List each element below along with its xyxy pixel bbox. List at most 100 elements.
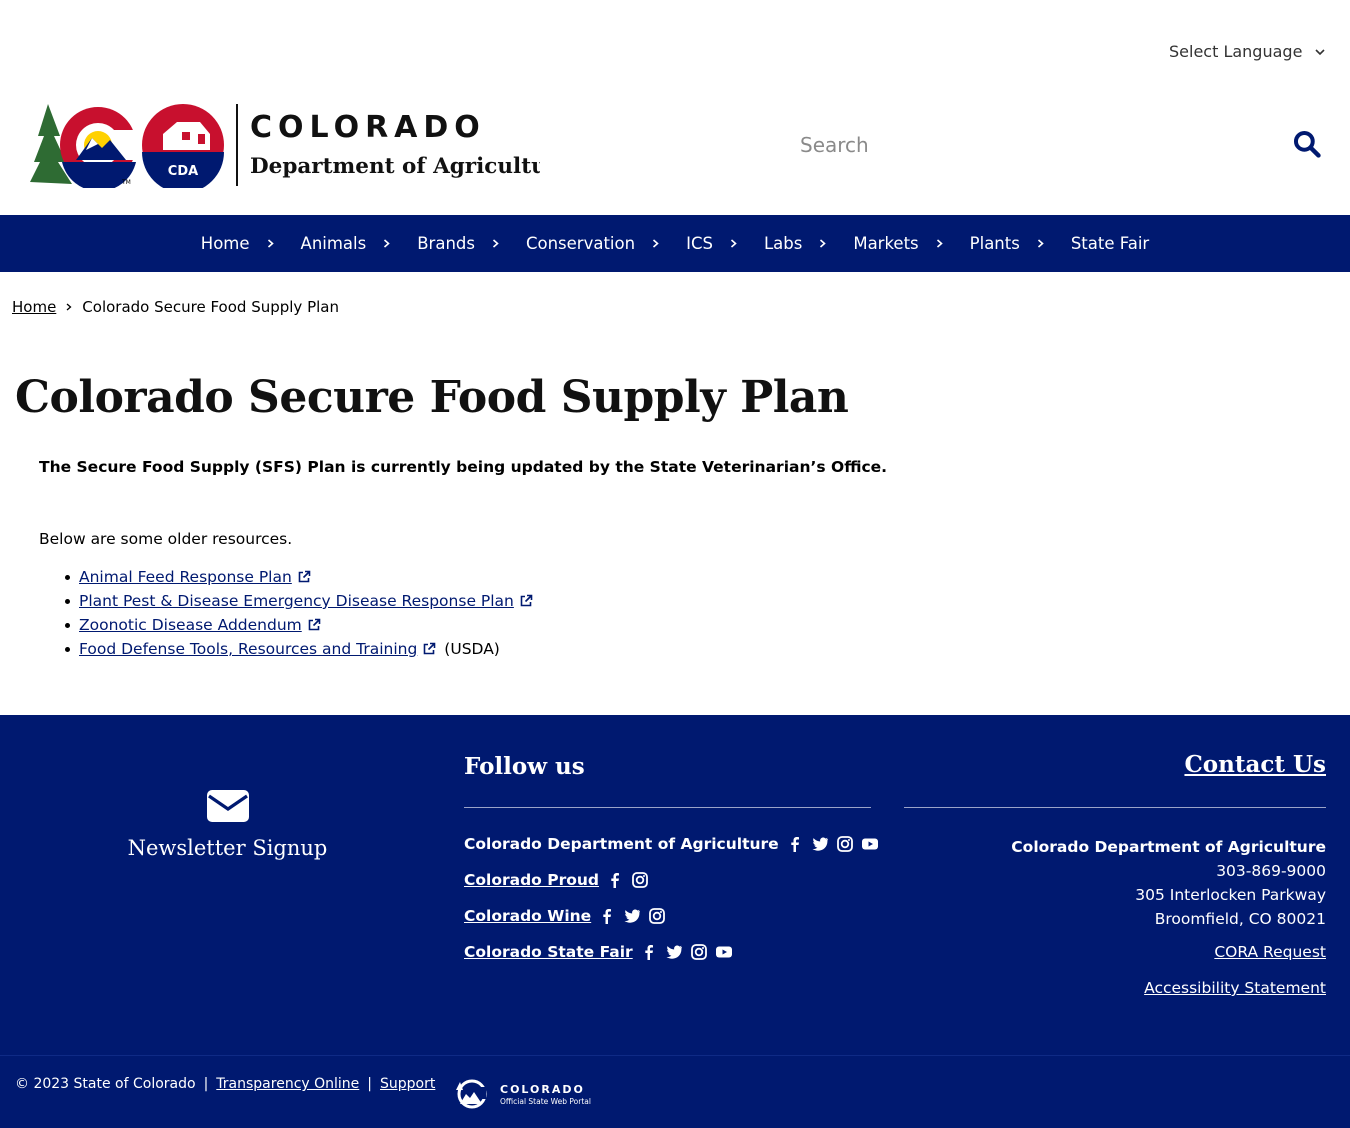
instagram-icon[interactable] [631, 871, 649, 889]
nav-item-ics[interactable]: ICS [673, 234, 751, 253]
list-item: Plant Pest & Disease Emergency Disease R… [65, 589, 533, 613]
transparency-online-link[interactable]: Transparency Online [216, 1076, 359, 1092]
list-item: Food Defense Tools, Resources and Traini… [65, 637, 533, 661]
nav-label: Labs [763, 234, 803, 253]
nav-item-state-fair[interactable]: State Fair [1058, 234, 1162, 253]
follow-us-heading: Follow us [464, 753, 585, 780]
nav-item-home[interactable]: Home [188, 234, 288, 253]
nav-label: Plants [969, 234, 1020, 253]
contact-us-link[interactable]: Contact Us [1184, 751, 1326, 778]
nav-label: Conservation [525, 234, 636, 253]
chevron-right-icon [1037, 239, 1044, 248]
newsletter-label: Newsletter Signup [127, 836, 328, 860]
contact-org: Colorado Department of Agriculture [1011, 838, 1326, 856]
resource-list: Animal Feed Response Plan Plant Pest & D… [65, 565, 533, 661]
nav-item-labs[interactable]: Labs [751, 234, 840, 253]
search-button[interactable] [1290, 128, 1324, 162]
accessibility-statement-link[interactable]: Accessibility Statement [1144, 979, 1326, 997]
intro-text: The Secure Food Supply (SFS) Plan is cur… [39, 458, 888, 476]
older-resources-text: Below are some older resources. [39, 530, 293, 548]
support-link[interactable]: Support [380, 1076, 435, 1092]
search-input[interactable] [800, 126, 1280, 164]
twitter-icon[interactable] [623, 907, 641, 925]
list-item: Zoonotic Disease Addendum [65, 613, 533, 637]
svg-text:CDA: CDA [168, 164, 198, 179]
facebook-icon[interactable] [786, 835, 804, 853]
nav-label: Markets [853, 234, 919, 253]
nav-label: Animals [300, 234, 367, 253]
facebook-icon[interactable] [606, 871, 624, 889]
svg-text:COLORADO: COLORADO [500, 1083, 585, 1096]
nav-item-markets[interactable]: Markets [840, 234, 956, 253]
svg-text:TM: TM [121, 179, 131, 186]
svg-text:Department of Agriculture: Department of Agriculture [250, 154, 540, 179]
social-org-label: Colorado Department of Agriculture [464, 835, 779, 853]
nav-item-plants[interactable]: Plants [957, 234, 1058, 253]
divider [904, 807, 1326, 808]
chevron-right-icon [936, 239, 943, 248]
resource-link[interactable]: Animal Feed Response Plan [79, 568, 292, 586]
svg-text:COLORADO: COLORADO [250, 110, 486, 145]
envelope-icon [206, 790, 249, 822]
nav-label: Home [200, 234, 250, 253]
facebook-icon[interactable] [598, 907, 616, 925]
chevron-right-icon [653, 239, 659, 248]
chevron-right-icon [384, 239, 390, 248]
instagram-icon[interactable] [836, 835, 854, 853]
youtube-icon[interactable] [715, 943, 733, 961]
chevron-right-icon [820, 239, 827, 248]
breadcrumb: Home Colorado Secure Food Supply Plan [12, 298, 339, 316]
social-org-link[interactable]: Colorado Wine [464, 907, 591, 925]
page-title: Colorado Secure Food Supply Plan [15, 372, 849, 423]
main-nav: Home Animals Brands Conservation ICS Lab… [0, 215, 1350, 272]
social-row-colorado-wine: Colorado Wine [464, 907, 666, 925]
language-select[interactable]: Select Language [1169, 42, 1326, 61]
social-row-cda: Colorado Department of Agriculture [464, 835, 879, 853]
colorado-portal-logo[interactable]: COLORADO Official State Web Portal [454, 1078, 594, 1110]
chevron-right-icon [66, 303, 72, 311]
contact-street: 305 Interlocken Parkway [1135, 886, 1326, 904]
nav-label: ICS [686, 234, 713, 253]
resource-link[interactable]: Food Defense Tools, Resources and Traini… [79, 640, 417, 658]
newsletter-signup-link[interactable]: Newsletter Signup [0, 790, 455, 860]
external-link-icon [423, 642, 436, 655]
bottom-bar: © 2023 State of Colorado | Transparency … [0, 1055, 1350, 1128]
contact-info: Colorado Department of Agriculture 303-8… [1011, 835, 1326, 931]
copyright-row: © 2023 State of Colorado | Transparency … [15, 1076, 435, 1092]
cora-request-link[interactable]: CORA Request [1214, 943, 1326, 961]
separator: | [203, 1076, 209, 1092]
resource-link[interactable]: Plant Pest & Disease Emergency Disease R… [79, 592, 514, 610]
twitter-icon[interactable] [665, 943, 683, 961]
nav-label: Brands [417, 234, 475, 253]
facebook-icon[interactable] [640, 943, 658, 961]
youtube-icon[interactable] [861, 835, 879, 853]
footer: Newsletter Signup Follow us Colorado Dep… [0, 715, 1350, 1055]
contact-city: Broomfield, CO 80021 [1154, 910, 1326, 928]
breadcrumb-current: Colorado Secure Food Supply Plan [82, 298, 339, 316]
contact-phone: 303-869-9000 [1216, 862, 1326, 880]
social-row-colorado-state-fair: Colorado State Fair [464, 943, 733, 961]
nav-item-animals[interactable]: Animals [288, 234, 405, 253]
twitter-icon[interactable] [811, 835, 829, 853]
nav-item-brands[interactable]: Brands [404, 234, 513, 253]
divider [464, 807, 871, 808]
chevron-right-icon [492, 239, 499, 248]
social-row-colorado-proud: Colorado Proud [464, 871, 649, 889]
resource-link[interactable]: Zoonotic Disease Addendum [79, 616, 302, 634]
instagram-icon[interactable] [648, 907, 666, 925]
instagram-icon[interactable] [690, 943, 708, 961]
svg-text:Official State Web Portal: Official State Web Portal [500, 1097, 591, 1106]
chevron-down-icon [1315, 48, 1325, 55]
nav-item-conservation[interactable]: Conservation [513, 234, 673, 253]
breadcrumb-home-link[interactable]: Home [12, 298, 56, 316]
cda-logo[interactable]: TM CDA COLORADO Department of Agricultur… [30, 102, 540, 188]
list-item: Animal Feed Response Plan [65, 565, 533, 589]
separator: | [367, 1076, 373, 1092]
chevron-right-icon [730, 239, 737, 248]
resource-suffix: (USDA) [444, 640, 500, 658]
external-link-icon [308, 618, 321, 631]
copyright-text: © 2023 State of Colorado [15, 1076, 196, 1092]
external-link-icon [298, 570, 311, 583]
social-org-link[interactable]: Colorado Proud [464, 871, 599, 889]
social-org-link[interactable]: Colorado State Fair [464, 943, 633, 961]
